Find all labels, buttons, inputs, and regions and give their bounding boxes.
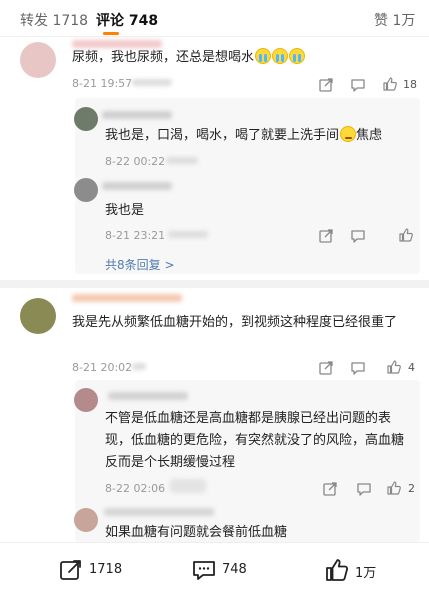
tab-comments[interactable]: 评论 748	[96, 10, 158, 30]
like-icon[interactable]	[382, 76, 398, 92]
crying-emoji-icon	[255, 48, 272, 64]
reply-text: 如果血糖有问题就会餐前低血糖	[105, 525, 288, 540]
comment-tabs: 转发 1718 评论 748 赞 1万	[0, 0, 429, 36]
like-icon[interactable]	[386, 359, 402, 375]
share-icon[interactable]	[318, 228, 334, 244]
comment-time: 8-21 19:57	[72, 77, 133, 90]
reply-time: 8-22 02:06	[105, 482, 166, 495]
reply-text-content: 我也是，口渴，喝水，喝了就要上洗手间	[105, 128, 340, 143]
crying-emoji-icon	[289, 48, 306, 64]
crying-emoji-icon	[272, 48, 289, 64]
repost-count: 1718	[89, 562, 123, 577]
repost-icon	[58, 557, 84, 583]
comment-divider	[0, 280, 429, 288]
comment-button[interactable]: 748	[191, 557, 261, 583]
reply-text: 我也是	[105, 203, 145, 218]
tab-comments-label: 评论	[96, 13, 124, 29]
tab-reposts-count: 1718	[52, 13, 89, 29]
tab-likes-label: 赞	[374, 13, 388, 29]
avatar[interactable]	[20, 298, 56, 334]
avatar[interactable]	[74, 107, 98, 131]
username-blurred[interactable]	[102, 182, 172, 190]
more-replies-link[interactable]: 共8条回复 >	[105, 256, 175, 273]
like-icon[interactable]	[398, 227, 414, 243]
comment-icon[interactable]	[356, 481, 372, 497]
like-count: 2	[408, 482, 415, 495]
location-blurred	[170, 479, 206, 493]
comment-text: 尿频，我也尿频，还总是想喝水	[72, 47, 412, 69]
avatar[interactable]	[74, 178, 98, 202]
reply-text: 不管是低血糖还是高血糖都是胰腺已经出问题的表现，低血糖的更危险，有突然就没了的风…	[105, 411, 405, 470]
location-blurred	[132, 79, 172, 86]
like-count: 18	[403, 78, 417, 91]
comment-count: 748	[222, 562, 247, 577]
worried-emoji-icon	[340, 126, 357, 142]
username-blurred[interactable]	[102, 111, 172, 119]
comment-icon[interactable]	[350, 228, 366, 244]
tab-likes-count: 1万	[392, 13, 416, 29]
reply-text: 我也是，口渴，喝水，喝了就要上洗手间 焦虑	[105, 125, 425, 147]
comment-icon[interactable]	[350, 360, 366, 376]
username-blurred[interactable]	[108, 392, 188, 400]
comment-text: 我是先从频繁低血糖开始的，到视频这种程度已经很重了	[72, 315, 398, 330]
tab-comments-count: 748	[128, 13, 159, 29]
username-blurred[interactable]	[104, 508, 214, 516]
location-blurred	[132, 363, 146, 370]
avatar[interactable]	[74, 388, 98, 412]
location-blurred	[166, 157, 198, 164]
tab-reposts-label: 转发	[20, 13, 48, 29]
like-count: 1万	[355, 566, 377, 581]
location-blurred	[168, 231, 208, 238]
comment-icon[interactable]	[350, 77, 366, 93]
like-icon[interactable]	[386, 480, 402, 496]
share-icon[interactable]	[318, 360, 334, 376]
comment-time: 8-21 20:02	[72, 361, 133, 374]
repost-button[interactable]: 1718	[58, 557, 128, 583]
tab-likes[interactable]: 赞 1万	[374, 10, 415, 30]
share-icon[interactable]	[322, 481, 338, 497]
header-divider	[0, 36, 429, 37]
reply-text-suffix: 焦虑	[356, 128, 383, 143]
username-blurred[interactable]	[72, 294, 182, 302]
like-icon	[324, 557, 350, 583]
reply-time: 8-22 00:22	[105, 155, 166, 168]
avatar[interactable]	[74, 508, 98, 532]
avatar[interactable]	[20, 42, 56, 78]
comment-icon	[191, 557, 217, 583]
reply-time: 8-21 23:21	[105, 229, 166, 242]
like-button[interactable]: 1万	[324, 557, 394, 583]
bottom-action-bar: 1718 748 1万	[0, 542, 429, 597]
share-icon[interactable]	[318, 77, 334, 93]
tab-reposts[interactable]: 转发 1718	[20, 10, 88, 30]
active-tab-indicator	[103, 32, 119, 35]
like-count: 4	[408, 361, 415, 374]
comment-text-content: 尿频，我也尿频，还总是想喝水	[72, 50, 255, 65]
